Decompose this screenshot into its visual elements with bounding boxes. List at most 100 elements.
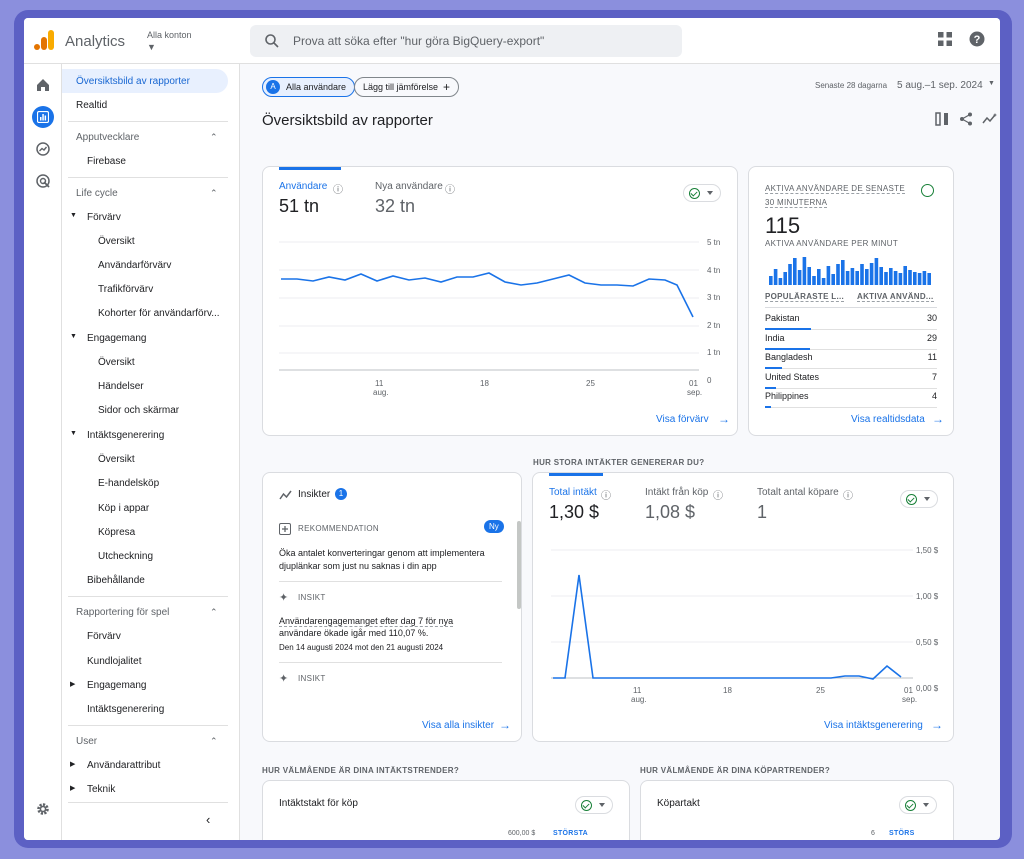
- arrow-right-icon[interactable]: →: [499, 718, 511, 732]
- nav-item-tech[interactable]: Teknik: [87, 784, 115, 795]
- country-row[interactable]: Philippines 4: [765, 388, 937, 409]
- nav-item-user-attributes[interactable]: Användarattribut: [87, 760, 160, 771]
- nav-item-monetization-overview[interactable]: Översikt: [98, 454, 135, 465]
- nav-item-cohorts[interactable]: Kohorter för användarförv...: [98, 308, 220, 319]
- metric-total-revenue-value: 1,30 $: [549, 502, 600, 522]
- insight-text-line2[interactable]: användare ökade igår med 110,07 %.: [279, 628, 428, 638]
- search-icon: [265, 34, 279, 48]
- metric-total-revenue-label[interactable]: Total intäkt: [549, 487, 597, 498]
- apps-grid-icon[interactable]: [938, 32, 952, 46]
- per-minute-bar: [903, 266, 907, 285]
- nav-item-monetization[interactable]: Intäktsgenerering: [87, 430, 164, 441]
- metric-users-label[interactable]: Användare: [279, 181, 327, 192]
- x-tick-month: sep.: [902, 695, 918, 704]
- nav-item-ecommerce[interactable]: E-handelsköp: [98, 478, 159, 489]
- caret-down-icon[interactable]: ▼: [70, 333, 77, 340]
- metric-total-buyers-label[interactable]: Totalt antal köpare: [757, 487, 839, 498]
- date-dropdown-icon[interactable]: ▼: [988, 80, 995, 87]
- country-row[interactable]: Pakistan 30: [765, 310, 937, 330]
- home-icon[interactable]: [32, 74, 54, 96]
- users-series-line: [281, 272, 694, 318]
- metric-purchase-revenue-label[interactable]: Intäkt från köp: [645, 487, 708, 498]
- nav-section-app-developer[interactable]: Apputvecklare: [76, 132, 139, 143]
- collapse-chevron-left-icon[interactable]: ‹: [206, 812, 210, 827]
- revenue-card: Total intäkt ⓘ 1,30 $ Intäkt från köp ⓘ …: [532, 472, 954, 742]
- chevron-down-icon: ▼: [147, 42, 156, 52]
- realtime-title-line1: AKTIVA ANVÄNDARE DE SENASTE: [765, 184, 905, 194]
- quality-check-dropdown[interactable]: [683, 184, 721, 202]
- nav-item-traffic-acquisition[interactable]: Trafikförvärv: [98, 284, 153, 295]
- arrow-right-icon[interactable]: →: [931, 718, 943, 732]
- view-acquisition-link[interactable]: Visa förvärv: [656, 414, 709, 425]
- per-minute-bar: [879, 267, 883, 285]
- nav-item-firebase[interactable]: Firebase: [87, 156, 126, 167]
- caret-right-icon[interactable]: ▶: [70, 760, 75, 768]
- advertising-icon[interactable]: [32, 170, 54, 192]
- nav-item-in-app[interactable]: Köp i appar: [98, 503, 149, 514]
- quality-check-dropdown[interactable]: [575, 796, 613, 814]
- arrow-right-icon[interactable]: →: [718, 412, 730, 426]
- search-bar[interactable]: Prova att söka efter "hur göra BigQuery-…: [250, 25, 682, 57]
- quality-check-dropdown[interactable]: [899, 796, 937, 814]
- date-range[interactable]: 5 aug.–1 sep. 2024: [897, 80, 983, 91]
- chevron-up-icon[interactable]: ⌃: [210, 188, 218, 199]
- nav-item-retention[interactable]: Bibehållande: [87, 575, 145, 586]
- metric-new-users-label[interactable]: Nya användare: [375, 181, 443, 192]
- nav-section-user[interactable]: User: [76, 736, 97, 747]
- view-monetization-link[interactable]: Visa intäktsgenerering: [824, 720, 923, 731]
- nav-item-games-monetization[interactable]: Intäktsgenerering: [87, 704, 164, 715]
- settings-gear-icon[interactable]: [32, 798, 54, 820]
- y-tick-label: 5 tn: [707, 238, 721, 247]
- nav-item-realtime[interactable]: Realtid: [76, 100, 107, 111]
- country-row[interactable]: Bangladesh 11: [765, 349, 937, 370]
- insight-text-line1[interactable]: Användarengagemanget efter dag 7 för nya: [279, 616, 454, 627]
- realtime-title-line2: 30 MINUTERNA: [765, 198, 828, 208]
- nav-item-pages[interactable]: Sidor och skärmar: [98, 405, 179, 416]
- explore-icon[interactable]: [32, 138, 54, 160]
- nav-section-lifecycle[interactable]: Life cycle: [76, 188, 118, 199]
- chevron-up-icon[interactable]: ⌃: [210, 132, 218, 143]
- recommendation-label: REKOMMENDATION: [298, 524, 379, 533]
- chevron-up-icon[interactable]: ⌃: [210, 736, 218, 747]
- caret-down-icon[interactable]: ▼: [70, 430, 77, 437]
- share-icon[interactable]: [959, 112, 973, 126]
- nav-item-acquisition-overview[interactable]: Översikt: [98, 236, 135, 247]
- caret-down-icon[interactable]: ▼: [70, 212, 77, 219]
- help-icon[interactable]: ?: [969, 31, 985, 47]
- view-realtime-link[interactable]: Visa realtidsdata: [851, 414, 925, 425]
- new-badge: Ny: [484, 520, 504, 533]
- recommendation-text-line1[interactable]: Öka antalet konverteringar genom att imp…: [279, 548, 485, 558]
- customize-icon[interactable]: [935, 112, 949, 126]
- add-comparison-button[interactable]: Lägg till jämförelse +: [354, 77, 460, 97]
- nav-item-user-acquisition[interactable]: Användarförvärv: [98, 260, 171, 271]
- nav-item-engagement-overview[interactable]: Översikt: [98, 357, 135, 368]
- country-row[interactable]: India 29: [765, 330, 937, 350]
- nav-section-games[interactable]: Rapportering för spel: [76, 607, 169, 618]
- nav-item-games-acquisition[interactable]: Förvärv: [87, 631, 121, 642]
- reports-icon[interactable]: [32, 106, 54, 128]
- recommendation-text-line2[interactable]: djuplänkar som just nu saknas i din app: [279, 561, 437, 571]
- nav-item-loyalty[interactable]: Kundlojalitet: [87, 656, 141, 667]
- nav-item-purchase-journey[interactable]: Köpresa: [98, 527, 135, 538]
- quality-check-dropdown[interactable]: [900, 490, 938, 508]
- arrow-right-icon[interactable]: →: [932, 412, 944, 426]
- nav-item-acquisition[interactable]: Förvärv: [87, 212, 121, 223]
- segment-chip-all-users[interactable]: A Alla användare: [262, 77, 356, 97]
- nav-item-engagement[interactable]: Engagemang: [87, 333, 147, 344]
- nav-item-checkout[interactable]: Utcheckning: [98, 551, 153, 562]
- account-selector[interactable]: Alla konton ▼: [147, 30, 192, 52]
- insights-sparkline-icon[interactable]: [982, 112, 998, 126]
- nav-item-overview[interactable]: Översiktsbild av rapporter: [62, 69, 228, 93]
- per-minute-bar: [773, 269, 778, 285]
- chevron-up-icon[interactable]: ⌃: [210, 607, 218, 618]
- nav-item-events[interactable]: Händelser: [98, 381, 144, 392]
- caret-right-icon[interactable]: ▶: [70, 784, 75, 792]
- caret-right-icon[interactable]: ▶: [70, 680, 75, 688]
- nav-item-games-engagement[interactable]: Engagemang: [87, 680, 147, 691]
- caret-down-icon: [923, 803, 929, 810]
- insights-scrollbar[interactable]: [517, 521, 521, 609]
- per-minute-bar: [841, 260, 845, 285]
- view-all-insights-link[interactable]: Visa alla insikter: [422, 720, 494, 731]
- realtime-value: 115: [765, 213, 801, 238]
- country-row[interactable]: United States 7: [765, 369, 937, 389]
